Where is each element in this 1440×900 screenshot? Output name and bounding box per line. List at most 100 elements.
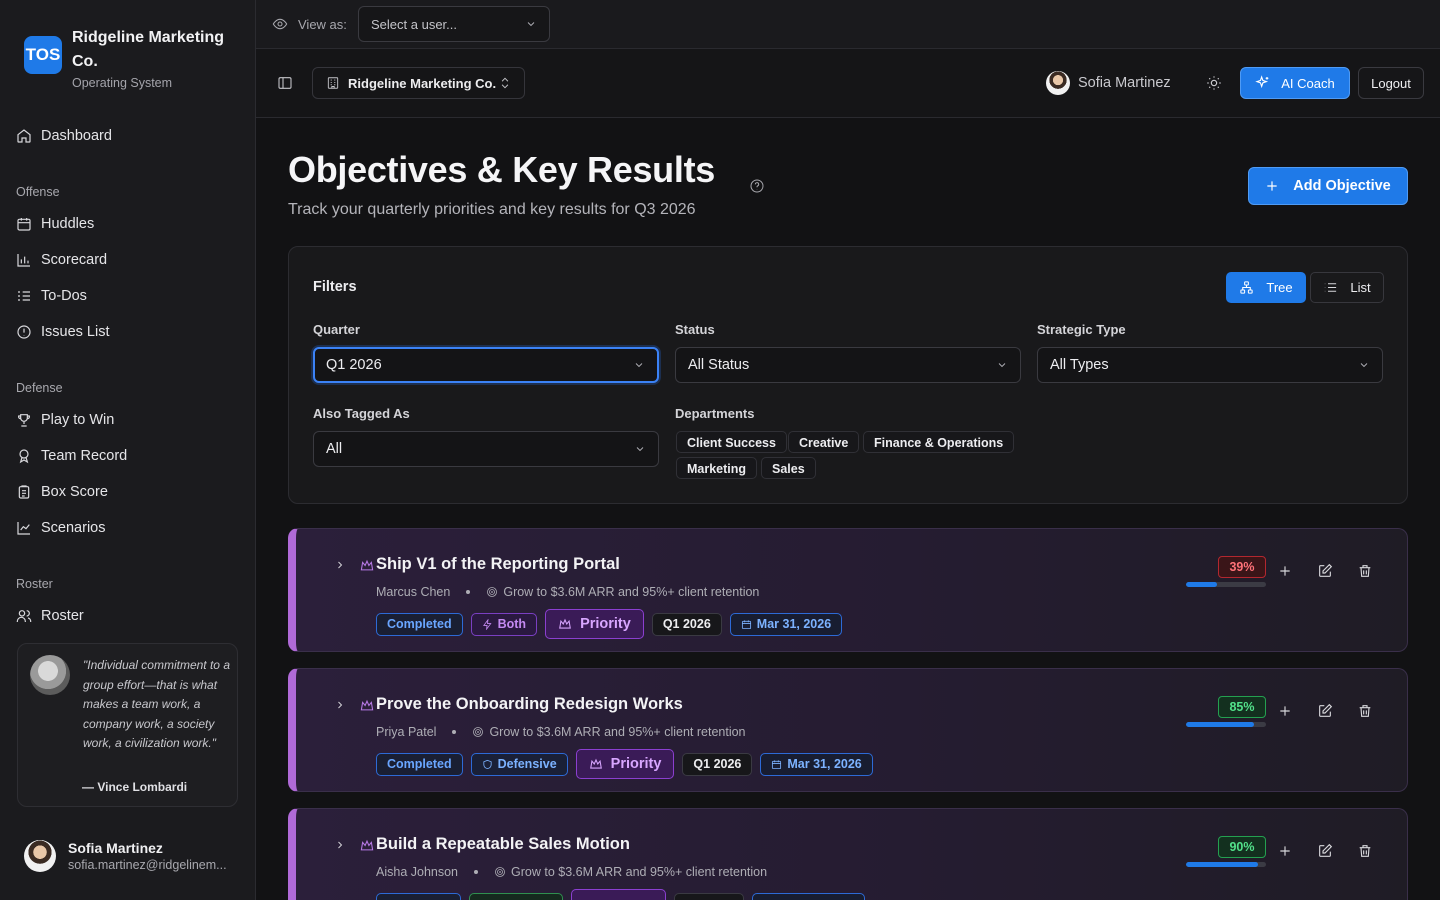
- sidebar-item-play-to-win[interactable]: Play to Win: [16, 410, 114, 430]
- alert-circle-icon: [17, 325, 31, 339]
- status-badge: Completed: [376, 612, 463, 636]
- department-tag[interactable]: Marketing: [676, 457, 758, 479]
- nav-section-roster: Roster: [16, 577, 53, 591]
- sidebar-item-team-record[interactable]: Team Record: [16, 446, 127, 466]
- chevron-down-icon: [635, 363, 643, 368]
- page-title: Objectives & Key Results: [288, 149, 715, 190]
- objective-title[interactable]: Prove the Onboarding Redesign Works: [376, 695, 683, 714]
- sidebar-item-scenarios[interactable]: Scenarios: [16, 518, 105, 538]
- company-switcher[interactable]: Ridgeline Marketing Co.: [312, 67, 525, 99]
- user-name: Sofia Martinez: [68, 840, 163, 856]
- department-tag[interactable]: Creative: [788, 431, 860, 453]
- add-key-result-icon[interactable]: [1277, 843, 1293, 859]
- quote-text: "Individual commitment to a group effort…: [83, 658, 230, 750]
- status-value: All Status: [688, 357, 750, 373]
- ai-coach-button[interactable]: AI Coach: [1240, 67, 1350, 99]
- sidebar-item-huddles[interactable]: Huddles: [16, 214, 94, 234]
- view-as-select[interactable]: Select a user...: [358, 6, 550, 42]
- separator-dot: [474, 870, 479, 874]
- sidebar-item-dashboard[interactable]: Dashboard: [16, 126, 112, 146]
- objective-title[interactable]: Build a Repeatable Sales Motion: [376, 835, 630, 854]
- quarter-label: Quarter: [313, 322, 360, 337]
- tagged-select[interactable]: All: [313, 431, 659, 467]
- sidebar-item-label: Scorecard: [41, 252, 108, 268]
- progress-fill: [1186, 582, 1218, 587]
- tagged-label: Also Tagged As: [313, 406, 410, 421]
- objective-meta: Marcus Chen Grow to $3.6M ARR and 95%+ c…: [376, 585, 759, 599]
- sidebar-item-label: To-Dos: [41, 288, 87, 304]
- sparkles-icon: [1255, 75, 1269, 89]
- strategic-type-badge: Defensive: [470, 752, 568, 776]
- filters-panel: Filters Tree List Quarter Q1 2026 Status…: [288, 246, 1408, 504]
- sidebar-item-label: Scenarios: [41, 520, 106, 536]
- filters-title: Filters: [313, 279, 357, 295]
- sidebar-item-label: Dashboard: [41, 128, 112, 144]
- chevron-down-icon: [1360, 363, 1368, 368]
- edit-icon[interactable]: [1317, 703, 1333, 719]
- sidebar-item-issues[interactable]: Issues List: [16, 322, 110, 342]
- objective-title[interactable]: Ship V1 of the Reporting Portal: [376, 555, 620, 574]
- objective-card[interactable]: Prove the Onboarding Redesign Works Priy…: [288, 668, 1408, 792]
- priority-badge: Priority: [575, 749, 675, 779]
- trophy-icon: [17, 414, 31, 427]
- chevron-right-icon[interactable]: [334, 839, 346, 851]
- zap-icon: [482, 618, 492, 630]
- add-key-result-icon[interactable]: [1277, 563, 1293, 579]
- add-key-result-icon[interactable]: [1277, 703, 1293, 719]
- edit-icon[interactable]: [1317, 563, 1333, 579]
- progress-percent: 85%: [1218, 696, 1266, 718]
- sidebar-item-todos[interactable]: To-Dos: [16, 286, 87, 306]
- chevron-right-icon[interactable]: [334, 559, 346, 571]
- user-email: sofia.martinez@ridgelinem...: [68, 858, 227, 872]
- sun-icon[interactable]: [1206, 75, 1222, 91]
- edit-icon[interactable]: [1317, 843, 1333, 859]
- view-as-text: View as:: [298, 16, 347, 32]
- strategic-type-text: Defensive: [497, 757, 557, 771]
- department-tag[interactable]: Finance & Operations: [863, 431, 1015, 453]
- status-select[interactable]: All Status: [675, 347, 1021, 383]
- objective-tags: Completed Both Priority Q1 2026 Mar 31, …: [376, 609, 843, 639]
- progress-percent: 90%: [1218, 836, 1266, 858]
- department-tag[interactable]: Sales: [761, 457, 816, 479]
- sidebar-item-label: Play to Win: [41, 412, 115, 428]
- due-date-badge: Mar 31, 2026: [760, 752, 873, 776]
- quote-author: — Vince Lombardi: [82, 780, 188, 794]
- trash-icon[interactable]: [1357, 563, 1373, 579]
- objective-card[interactable]: Ship V1 of the Reporting Portal Marcus C…: [288, 528, 1408, 652]
- objective-card[interactable]: Build a Repeatable Sales Motion Aisha Jo…: [288, 808, 1408, 900]
- brand[interactable]: TOS Ridgeline Marketing Co. Operating Sy…: [24, 26, 237, 90]
- department-tag[interactable]: Client Success: [676, 431, 787, 453]
- logout-button[interactable]: Logout: [1358, 67, 1424, 99]
- view-tree-button[interactable]: Tree: [1226, 272, 1306, 303]
- sidebar-item-label: Issues List: [41, 324, 110, 340]
- brand-subtitle: Operating System: [72, 76, 173, 90]
- view-list-button[interactable]: List: [1310, 272, 1384, 303]
- quarter-select[interactable]: Q1 2026: [313, 347, 659, 383]
- objective-owner: Marcus Chen: [376, 585, 451, 599]
- add-objective-button[interactable]: Add Objective: [1248, 167, 1408, 205]
- progress-fill: [1186, 722, 1254, 727]
- help-circle-icon[interactable]: [749, 178, 765, 194]
- tagged-value: All: [326, 441, 343, 457]
- line-chart-icon: [17, 522, 30, 535]
- due-date-badge: [752, 892, 865, 900]
- sidebar-item-label: Roster: [41, 608, 84, 624]
- trash-icon[interactable]: [1357, 703, 1373, 719]
- objective-parent: Grow to $3.6M ARR and 95%+ client retent…: [511, 865, 768, 879]
- clipboard-icon: [18, 485, 30, 499]
- progress-bar: [1186, 582, 1266, 587]
- objective-meta: Aisha Johnson Grow to $3.6M ARR and 95%+…: [376, 865, 767, 879]
- sidebar-toggle-icon[interactable]: [277, 75, 293, 91]
- trash-icon[interactable]: [1357, 843, 1373, 859]
- status-label: Status: [675, 322, 715, 337]
- sidebar-item-roster[interactable]: Roster: [16, 606, 84, 626]
- chevron-right-icon[interactable]: [334, 699, 346, 711]
- header-user[interactable]: Sofia Martinez: [1046, 71, 1171, 95]
- sidebar-item-box-score[interactable]: Box Score: [16, 482, 108, 502]
- strategic-type-select[interactable]: All Types: [1037, 347, 1383, 383]
- chevron-down-icon: [527, 22, 535, 27]
- sidebar-user[interactable]: Sofia Martinez sofia.martinez@ridgelinem…: [24, 840, 227, 872]
- priority-badge: Priority: [545, 609, 644, 639]
- sidebar-item-scorecard[interactable]: Scorecard: [16, 250, 107, 270]
- status-badge: [376, 892, 461, 900]
